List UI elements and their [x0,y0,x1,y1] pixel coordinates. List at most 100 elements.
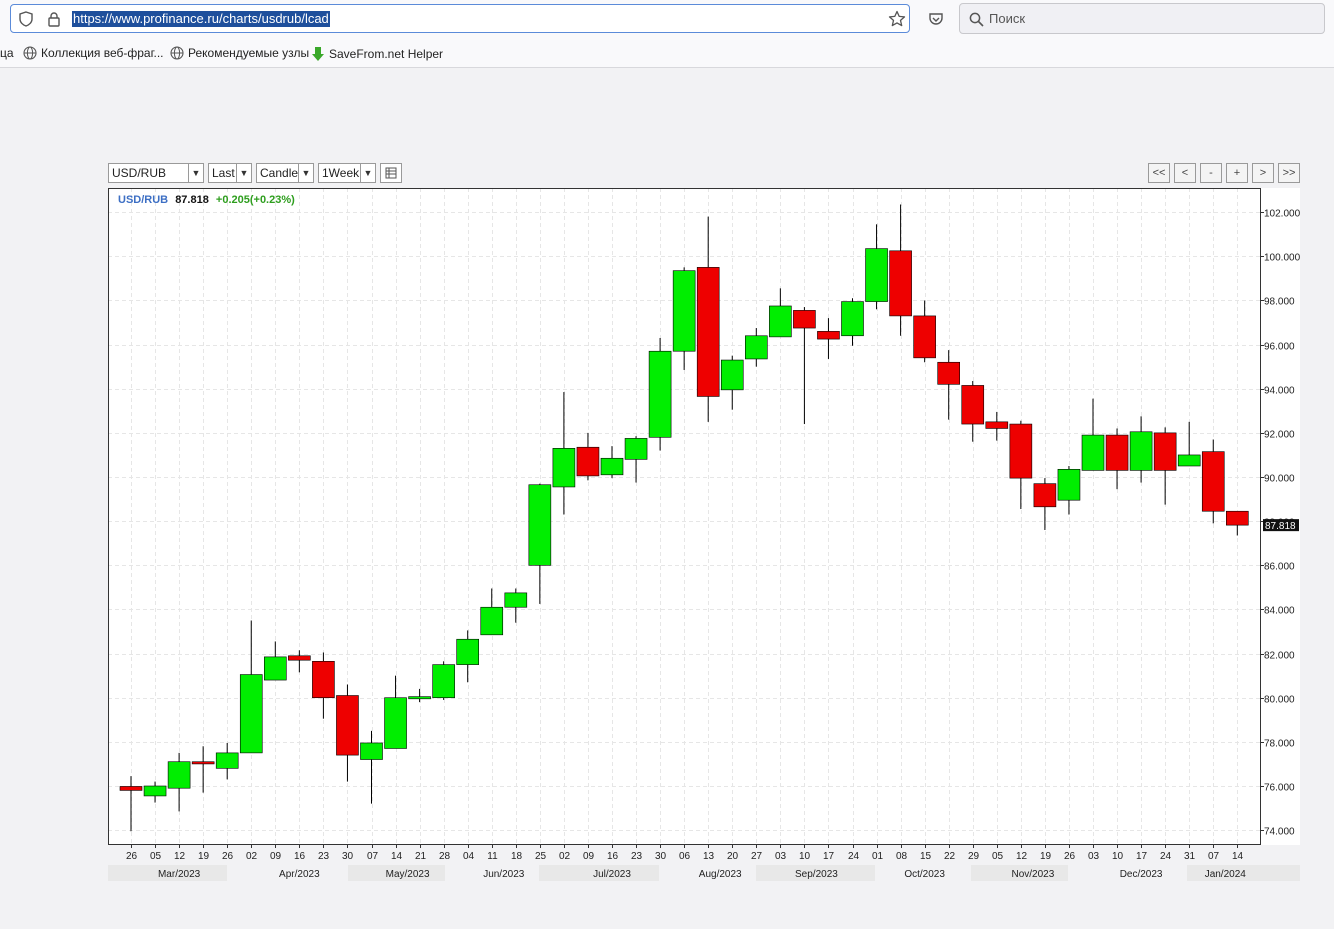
month-label: Nov/2023 [1011,869,1054,880]
candle-body [696,267,720,397]
price-axis: 74.000 76.000 78.000 80.000 82.000 84.000 86.0… [1260,209,1301,838]
x-tick-label: 31 [1184,851,1196,862]
candle-body [1226,510,1249,526]
candle-body [336,695,359,756]
candle-body [817,331,840,340]
y-tick-label: 74.000 [1264,827,1295,838]
x-tick-label: 03 [775,851,787,862]
candle-body [1081,434,1105,471]
x-tick-label: 10 [1112,851,1124,862]
candle-down [1201,439,1225,524]
candle-body [1057,468,1081,501]
x-tick-label: 02 [559,851,571,862]
candle-body [528,484,552,566]
x-tick-label: 03 [1088,851,1100,862]
x-tick-label: 01 [872,851,884,862]
candle-body [408,696,431,700]
candle-body [167,761,191,789]
x-tick-label: 24 [848,851,860,862]
candle-body [1105,434,1129,471]
month-label: Mar/2023 [158,869,201,880]
x-tick-label: 07 [1208,851,1220,862]
x-tick-label: 06 [679,851,691,862]
y-tick-label: 94.000 [1264,386,1295,397]
candlestick-chart[interactable]: Mar/2023 Apr/2023 May/2023 Jun/2023 Jul/2023… [0,0,1334,929]
x-tick-label: 22 [944,851,956,862]
x-tick-label: 05 [150,851,162,862]
candle-body [793,310,816,329]
x-tick-label: 08 [896,851,908,862]
y-tick-label: 92.000 [1264,430,1295,441]
x-tick-label: 29 [968,851,980,862]
x-tick-label: 17 [823,851,835,862]
month-label: Sep/2023 [795,869,838,880]
candle-body [624,438,648,460]
last-price-label: 87.818 [1265,521,1296,532]
x-tick-label: 26 [126,851,138,862]
candle-body [600,457,624,476]
month-label: Jun/2023 [483,869,525,880]
x-tick-label: 19 [198,851,210,862]
candle-up [648,337,672,451]
y-tick-label: 96.000 [1264,342,1295,353]
x-tick-label: 23 [318,851,330,862]
y-tick-label: 86.000 [1264,562,1295,573]
x-tick-label: 24 [1160,851,1172,862]
x-tick-label: 10 [799,851,811,862]
candle-body [672,270,696,352]
month-axis: Mar/2023 Apr/2023 May/2023 Jun/2023 Jul/2023… [108,865,1300,881]
x-tick-label: 04 [463,851,475,862]
header-symbol: USD/RUB [118,194,168,206]
x-tick-label: 26 [222,851,234,862]
x-tick-label: 21 [415,851,427,862]
x-tick-label: 18 [511,851,523,862]
x-tick-label: 16 [607,851,619,862]
x-tick-label: 13 [703,851,715,862]
month-label: May/2023 [386,869,430,880]
candle-body [985,421,1009,429]
candle-body [576,446,600,477]
x-tick-label: 30 [342,851,354,862]
candle-body [552,448,576,488]
x-tick-label: 07 [367,851,379,862]
x-tick-label: 26 [1064,851,1076,862]
candle-body [841,301,864,337]
week-axis: 26 05 12 19 26 02 09 16 23 30 07 14 21 28 04 11 18 25 02 09… [126,844,1244,862]
candle-body [961,385,985,425]
candle-body [119,786,143,791]
x-tick-label: 30 [655,851,667,862]
x-tick-label: 19 [1040,851,1052,862]
candle-body [143,785,167,797]
candle-body [1177,454,1201,467]
candle-body [312,661,335,699]
x-tick-label: 09 [583,851,595,862]
candle-body [384,697,407,749]
x-tick-label: 15 [920,851,932,862]
x-tick-label: 12 [1016,851,1028,862]
candle-body [744,335,768,360]
candle-body [191,761,215,765]
candle-body [720,359,744,391]
x-tick-label: 05 [992,851,1004,862]
x-tick-label: 11 [487,851,498,862]
candle-body [769,305,792,338]
x-tick-label: 23 [631,851,643,862]
candle-body [239,674,263,754]
candle-body [1009,423,1033,479]
month-label: Oct/2023 [904,869,945,880]
candle-body [480,606,504,636]
y-tick-label: 82.000 [1264,651,1295,662]
y-tick-label: 100.000 [1264,253,1301,264]
candle-body [432,664,455,699]
x-tick-label: 02 [246,851,258,862]
x-tick-label: 14 [1232,851,1244,862]
x-tick-label: 28 [439,851,451,862]
candle-body [1033,483,1057,508]
header-change: +0.205(+0.23%) [216,194,295,206]
month-label: Aug/2023 [699,869,742,880]
y-tick-label: 84.000 [1264,606,1295,617]
candle-body [504,592,528,608]
candle-body [865,248,888,302]
candle-body [889,250,912,317]
y-tick-label: 76.000 [1264,783,1295,794]
